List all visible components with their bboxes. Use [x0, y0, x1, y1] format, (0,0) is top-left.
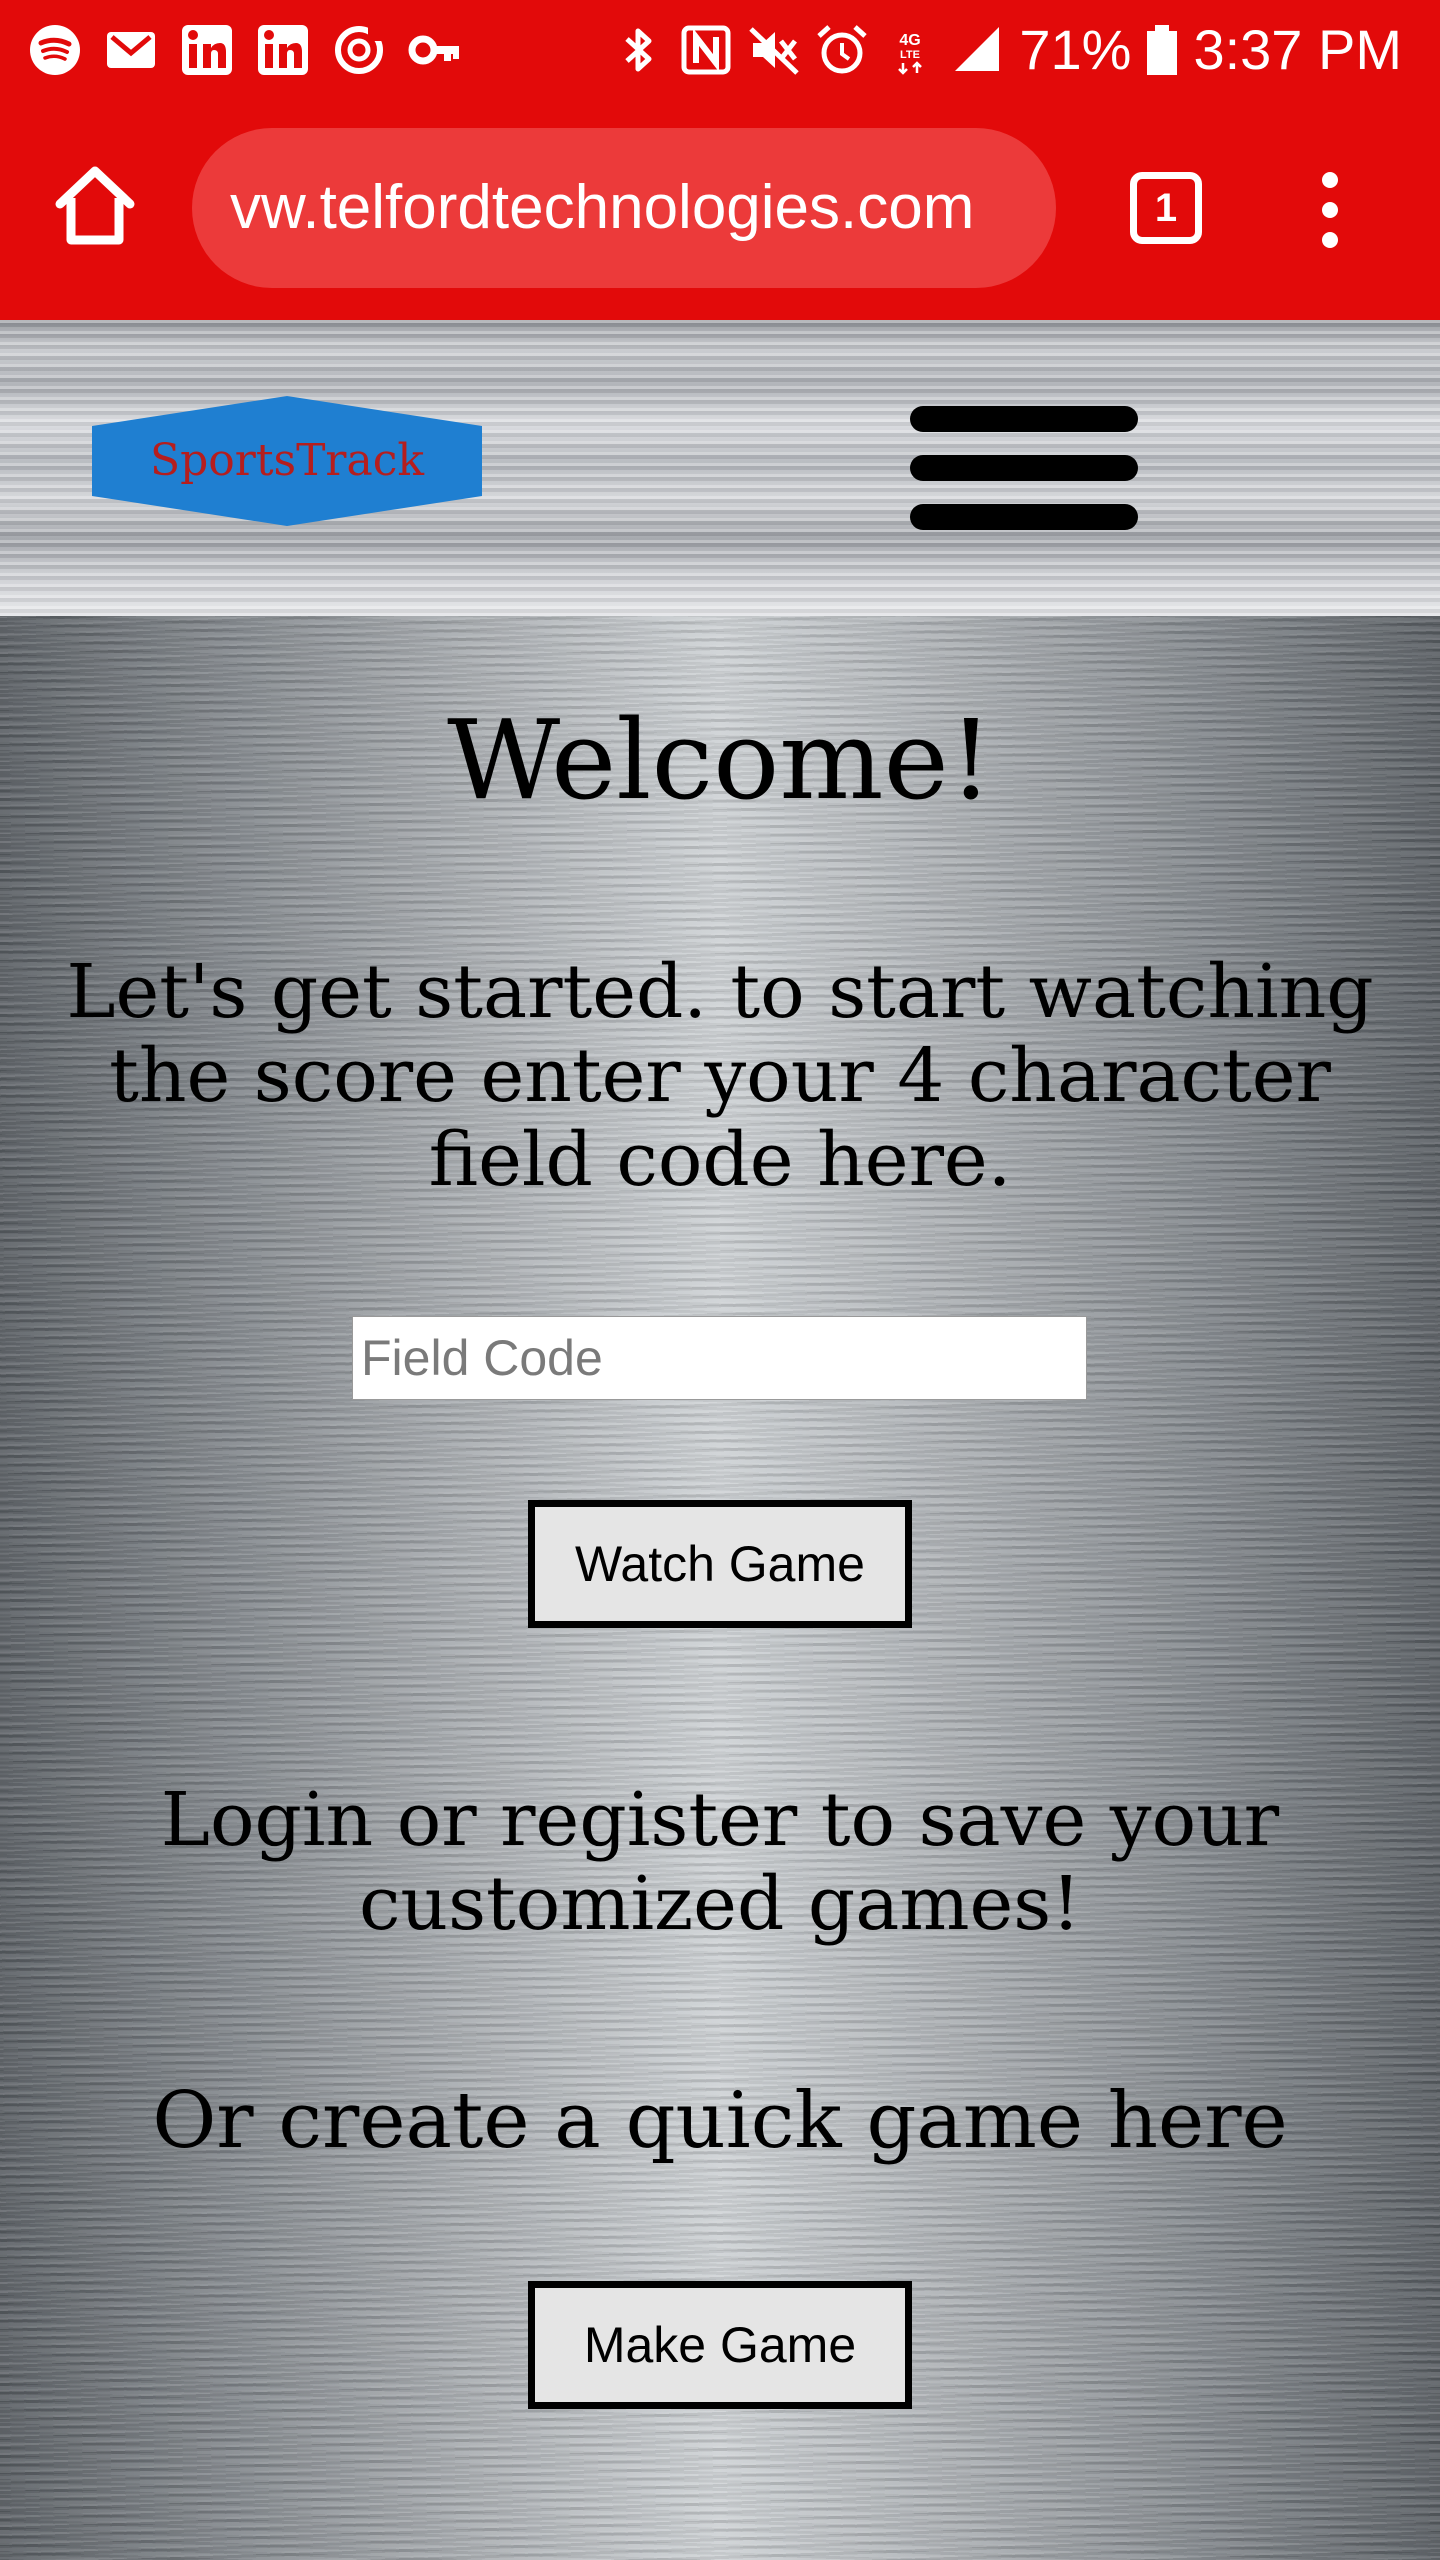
signal-icon	[951, 23, 1005, 77]
linkedin-icon	[256, 23, 310, 77]
notification-icons	[28, 20, 462, 80]
url-text: vw.telfordtechnologies.com	[230, 173, 975, 242]
browser-toolbar: vw.telfordtechnologies.com 1	[0, 100, 1440, 320]
lte-icon: 4G LTE	[883, 23, 937, 77]
battery-icon	[1145, 23, 1179, 77]
make-game-button[interactable]: Make Game	[528, 2281, 912, 2409]
key-icon	[408, 23, 462, 77]
sportstrack-logo[interactable]: SportsTrack	[92, 396, 482, 526]
clock: 3:37 PM	[1193, 18, 1402, 81]
logo-text: SportsTrack	[149, 435, 424, 486]
address-bar[interactable]: vw.telfordtechnologies.com	[192, 128, 1056, 288]
hamburger-icon[interactable]	[910, 406, 1138, 530]
mute-icon	[747, 23, 801, 77]
linkedin-icon	[180, 23, 234, 77]
sync-icon	[332, 23, 386, 77]
system-indicators: 4G LTE 71% 3:37 PM	[611, 14, 1402, 86]
battery-percent: 71%	[1019, 18, 1132, 81]
intro-text: Let's get started. to start watching the…	[66, 949, 1374, 1203]
welcome-heading: Welcome!	[447, 696, 993, 824]
bluetooth-icon	[611, 23, 665, 77]
svg-text:LTE: LTE	[900, 49, 920, 61]
alarm-icon	[815, 23, 869, 77]
nfc-icon	[679, 23, 733, 77]
svg-text:4G: 4G	[900, 32, 921, 49]
quick-game-text: Or create a quick game here	[152, 2076, 1288, 2166]
mail-icon	[104, 23, 158, 77]
spotify-icon	[28, 23, 82, 77]
status-bar: 4G LTE 71% 3:37 PM	[0, 0, 1440, 100]
more-vert-icon[interactable]	[1310, 172, 1350, 248]
tab-switcher-button[interactable]: 1	[1130, 172, 1202, 244]
watch-game-button[interactable]: Watch Game	[528, 1500, 912, 1628]
login-register-text: Login or register to save your customize…	[160, 1777, 1280, 1947]
field-code-input[interactable]	[352, 1316, 1087, 1400]
home-icon[interactable]	[52, 162, 138, 248]
